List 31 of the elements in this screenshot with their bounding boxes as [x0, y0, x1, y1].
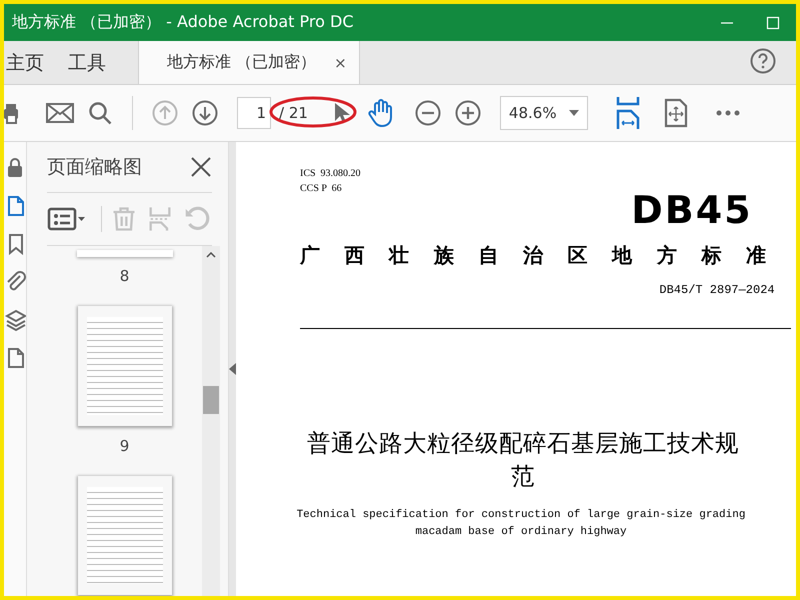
scrollbar-thumb[interactable]	[203, 386, 219, 414]
page-number-label: 8	[120, 267, 130, 286]
thumbnail-options-button[interactable]	[47, 206, 102, 232]
zoom-dropdown[interactable]: 48.6%	[500, 96, 588, 130]
page-count: / 21	[279, 104, 308, 122]
page-number-label: 9	[120, 436, 130, 455]
window-title: 地方标准 （已加密） - Adobe Acrobat Pro DC	[12, 12, 354, 33]
page-number-field[interactable]: 1	[237, 97, 271, 129]
maximize-icon[interactable]	[766, 16, 780, 30]
close-icon[interactable]	[190, 156, 212, 178]
document-tab[interactable]: 地方标准 （已加密） ×	[138, 41, 360, 84]
fit-page-icon	[664, 98, 688, 128]
standard-number: DB45/T 2897—2024	[659, 283, 775, 297]
ics-code: ICS 93.080.20	[300, 167, 362, 181]
panel-title: 页面缩略图	[47, 155, 142, 180]
layers-icon[interactable]	[4, 308, 26, 332]
caret-icon	[568, 110, 579, 116]
search-icon	[88, 101, 112, 125]
document-title: 普通公路大粒径级配碎石基层施工技术规范	[306, 428, 740, 492]
help-icon	[750, 48, 776, 74]
close-tab-button[interactable]: ×	[334, 54, 347, 72]
english-title: Technical specification for construction of large grain-size grading macadam base of ordinary highway	[296, 508, 746, 540]
more-icon	[716, 109, 740, 117]
zoom-out-icon	[414, 100, 441, 126]
ccs-code: CCS P 66	[300, 182, 343, 196]
scroll-up-icon[interactable]	[206, 252, 216, 258]
mail-icon	[46, 100, 74, 126]
standard-logo: DB45	[631, 188, 753, 232]
page-thumbnail[interactable]	[76, 250, 172, 258]
issuer-heading: 广西壮族自治区地方标准	[300, 242, 791, 269]
zoom-in-icon	[454, 100, 481, 126]
